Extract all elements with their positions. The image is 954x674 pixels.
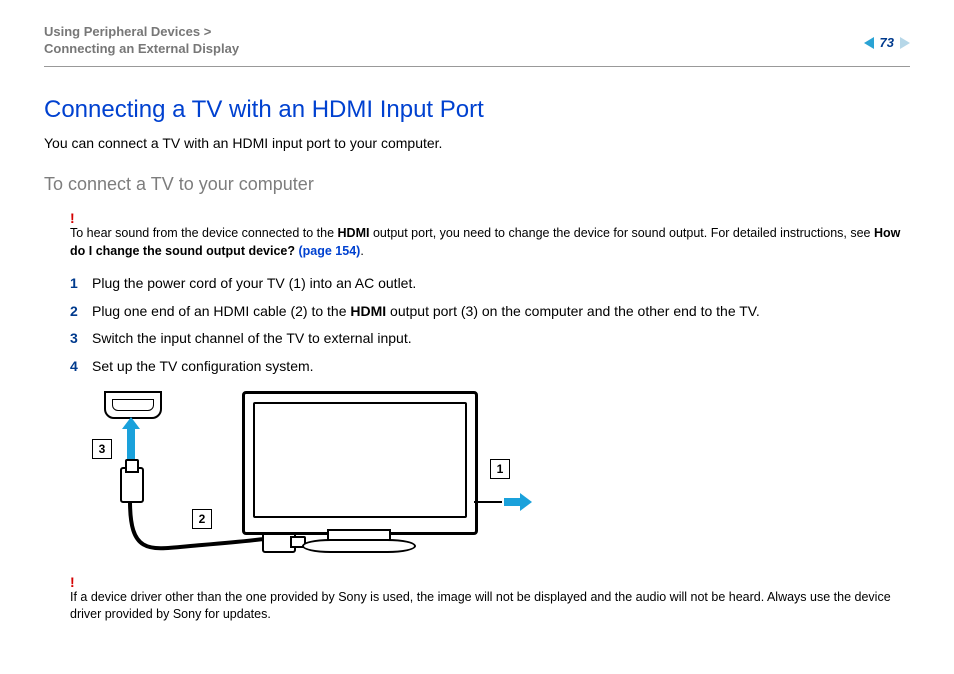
arrow-up-icon	[124, 417, 138, 461]
note-text: To hear sound from the device connected …	[70, 226, 338, 240]
warning-icon: !	[70, 573, 75, 593]
callout-2: 2	[192, 509, 212, 529]
pager: 73	[864, 24, 910, 52]
step-text: Plug the power cord of your TV (1) into …	[92, 275, 416, 291]
page-link[interactable]: (page 154)	[298, 244, 360, 258]
connection-diagram: 3 2 1	[92, 389, 532, 569]
note-text: .	[360, 244, 363, 258]
intro-text: You can connect a TV with an HDMI input …	[44, 134, 910, 154]
step-text: output port (3) on the computer and the …	[386, 303, 760, 319]
note-sound-output: ! To hear sound from the device connecte…	[44, 213, 910, 260]
prev-page-icon[interactable]	[864, 37, 874, 49]
breadcrumb-section: Using Peripheral Devices	[44, 24, 200, 39]
step-item: 3Switch the input channel of the TV to e…	[70, 329, 910, 349]
step-text: Set up the TV configuration system.	[92, 358, 314, 374]
step-text: Plug one end of an HDMI cable (2) to the	[92, 303, 350, 319]
step-item: 2Plug one end of an HDMI cable (2) to th…	[70, 302, 910, 322]
step-text: Switch the input channel of the TV to ex…	[92, 330, 412, 346]
section-subheading: To connect a TV to your computer	[44, 172, 910, 197]
note-bold: HDMI	[338, 226, 370, 240]
step-item: 4Set up the TV configuration system.	[70, 357, 910, 377]
power-cord-icon	[474, 501, 502, 503]
steps-list: 1Plug the power cord of your TV (1) into…	[44, 274, 910, 376]
tv-icon	[242, 391, 478, 535]
note-body: To hear sound from the device connected …	[70, 213, 910, 260]
arrow-right-icon	[504, 495, 530, 509]
breadcrumb: Using Peripheral Devices > Connecting an…	[44, 24, 239, 58]
page: Using Peripheral Devices > Connecting an…	[0, 0, 954, 674]
hdmi-port-icon	[104, 391, 162, 419]
warning-icon: !	[70, 209, 75, 229]
page-title: Connecting a TV with an HDMI Input Port	[44, 93, 910, 127]
header: Using Peripheral Devices > Connecting an…	[44, 24, 910, 58]
next-page-icon[interactable]	[900, 37, 910, 49]
tv-base-icon	[302, 539, 416, 553]
breadcrumb-sep: >	[204, 24, 212, 39]
breadcrumb-page: Connecting an External Display	[44, 41, 239, 56]
step-item: 1Plug the power cord of your TV (1) into…	[70, 274, 910, 294]
note-body: If a device driver other than the one pr…	[70, 577, 910, 624]
note-text: output port, you need to change the devi…	[369, 226, 874, 240]
callout-1: 1	[490, 459, 510, 479]
header-rule	[44, 66, 910, 67]
note-driver-warning: ! If a device driver other than the one …	[44, 577, 910, 624]
step-bold: HDMI	[350, 303, 386, 319]
callout-3: 3	[92, 439, 112, 459]
page-number: 73	[880, 34, 894, 52]
